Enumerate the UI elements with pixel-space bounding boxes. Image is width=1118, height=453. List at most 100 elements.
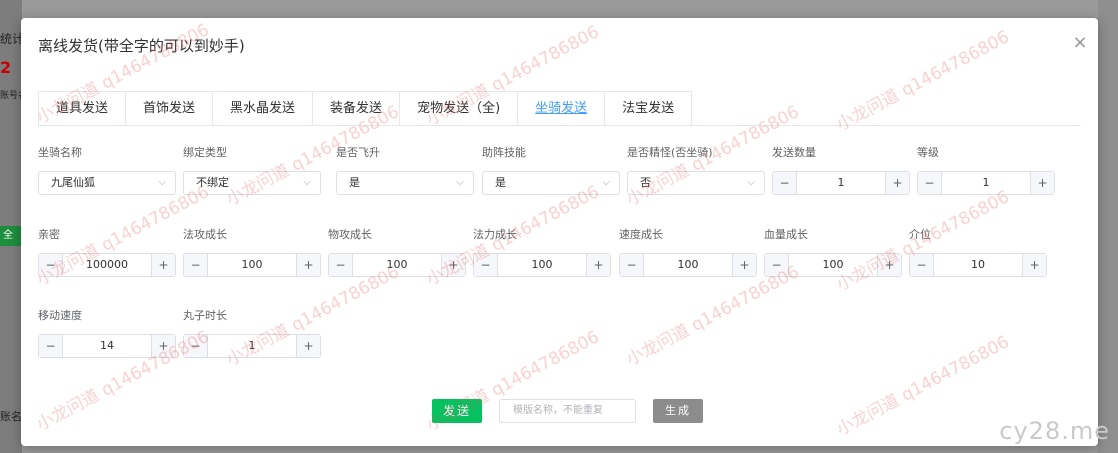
bg-fragment: 账名名 [0,410,22,423]
level-stepper: − 1 + [917,171,1055,195]
move-speed-field: 移动速度 − 14 + [38,308,176,358]
rank-stepper: − 10 + [909,253,1047,277]
stepper-value[interactable]: 1 [208,335,296,357]
chevron-down-icon: ⌵ [303,177,311,188]
intimacy-stepper: − 100000 + [38,253,176,277]
field-label: 丸子时长 [183,309,227,322]
increment-button[interactable]: + [296,254,320,276]
stepper-value[interactable]: 1 [797,172,885,194]
field-label: 物攻成长 [328,228,372,241]
pill-duration-field: 丸子时长 − 1 + [183,308,321,358]
tab-pets[interactable]: 宠物发送（全) [400,92,519,126]
decrement-button[interactable]: − [329,254,353,276]
chevron-down-icon: ⌵ [158,177,166,188]
decrement-button[interactable]: − [620,254,644,276]
increment-button[interactable]: + [441,254,465,276]
select-value: 九尾仙狐 [51,176,95,189]
tab-treasures[interactable]: 法宝发送 [605,92,692,126]
mount-name-select[interactable]: 九尾仙狐 ⌵ [38,171,176,195]
stepper-value[interactable]: 100 [353,254,441,276]
ascended-select[interactable]: 是 ⌵ [336,171,474,195]
stepper-value[interactable]: 100 [789,254,877,276]
physical-attack-growth-stepper: − 100 + [328,253,466,277]
decrement-button[interactable]: − [39,254,63,276]
stepper-value[interactable]: 100 [498,254,586,276]
chevron-down-icon: ⌵ [747,177,755,188]
stepper-value[interactable]: 10 [934,254,1022,276]
bind-type-select[interactable]: 不绑定 ⌵ [183,171,321,195]
increment-button[interactable]: + [586,254,610,276]
field-label: 绑定类型 [183,146,227,159]
background-page: 统计 2 账号名 全部 账名名 [0,0,22,453]
decrement-button[interactable]: − [773,172,797,194]
chevron-down-icon: ⌵ [602,177,610,188]
offline-delivery-dialog: 离线发货(带全字的可以到妙手) × 道具发送 首饰发送 黑水晶发送 装备发送 宠… [21,18,1098,446]
decrement-button[interactable]: − [39,335,63,357]
stepper-value[interactable]: 1 [942,172,1030,194]
level-field: 等级 − 1 + [917,145,1055,195]
watermark: 小龙问道 q1464786806 [833,27,1013,136]
stepper-value[interactable]: 100000 [63,254,151,276]
field-label: 坐骑名称 [38,146,82,159]
move-speed-stepper: − 14 + [38,334,176,358]
magic-attack-growth-field: 法攻成长 − 100 + [183,227,321,277]
field-label: 移动速度 [38,309,82,322]
field-label: 等级 [917,146,939,159]
field-label: 发送数量 [772,146,816,159]
decrement-button[interactable]: − [474,254,498,276]
field-label: 法攻成长 [183,228,227,241]
mount-name-field: 坐骑名称 九尾仙狐 ⌵ [38,145,176,195]
bg-fragment: 账号名 [0,91,22,101]
tab-mounts[interactable]: 坐骑发送 [518,92,606,126]
hp-growth-field: 血量成长 − 100 + [764,227,902,277]
stepper-value[interactable]: 100 [208,254,296,276]
physical-attack-growth-field: 物攻成长 − 100 + [328,227,466,277]
ascended-field: 是否飞升 是 ⌵ [336,145,474,195]
select-value: 是 [495,176,506,189]
increment-button[interactable]: + [296,335,320,357]
tab-bar: 道具发送 首饰发送 黑水晶发送 装备发送 宠物发送（全) 坐骑发送 法宝发送 [38,91,693,126]
increment-button[interactable]: + [732,254,756,276]
mana-growth-stepper: − 100 + [473,253,611,277]
decrement-button[interactable]: − [765,254,789,276]
select-value: 不绑定 [196,176,229,189]
intimacy-field: 亲密 − 100000 + [38,227,176,277]
increment-button[interactable]: + [151,335,175,357]
watermark: 小龙问道 q1464786806 [833,332,1013,441]
tab-equipment[interactable]: 装备发送 [313,92,401,126]
tab-accessories[interactable]: 首饰发送 [126,92,214,126]
send-button[interactable]: 发送 [432,399,482,423]
assist-skill-select[interactable]: 是 ⌵ [482,171,620,195]
rank-field: 介位 − 10 + [909,227,1047,277]
increment-button[interactable]: + [877,254,901,276]
tab-black-crystal[interactable]: 黑水晶发送 [213,92,314,126]
increment-button[interactable]: + [1022,254,1046,276]
stepper-value[interactable]: 14 [63,335,151,357]
increment-button[interactable]: + [151,254,175,276]
increment-button[interactable]: + [885,172,909,194]
send-quantity-field: 发送数量 − 1 + [772,145,910,195]
tab-items[interactable]: 道具发送 [39,92,127,126]
field-label: 亲密 [38,228,60,241]
generate-button[interactable]: 生成 [653,399,703,423]
decrement-button[interactable]: − [910,254,934,276]
speed-growth-stepper: − 100 + [619,253,757,277]
spirit-select[interactable]: 否 ⌵ [627,171,765,195]
spirit-field: 是否精怪(否坐骑) 否 ⌵ [627,145,765,195]
close-icon[interactable]: × [1070,32,1090,53]
field-label: 助阵技能 [482,146,526,159]
template-name-input[interactable]: 模版名称，不能重复 [499,399,636,423]
magic-attack-growth-stepper: − 100 + [183,253,321,277]
decrement-button[interactable]: − [184,254,208,276]
field-label: 是否精怪(否坐骑) [627,146,713,159]
decrement-button[interactable]: − [918,172,942,194]
field-label: 介位 [909,228,931,241]
decrement-button[interactable]: − [184,335,208,357]
assist-skill-field: 助阵技能 是 ⌵ [482,145,620,195]
field-label: 是否飞升 [336,146,380,159]
increment-button[interactable]: + [1030,172,1054,194]
chevron-down-icon: ⌵ [456,177,464,188]
stepper-value[interactable]: 100 [644,254,732,276]
select-value: 否 [640,176,651,189]
brand-watermark: cy28.me [999,417,1110,445]
